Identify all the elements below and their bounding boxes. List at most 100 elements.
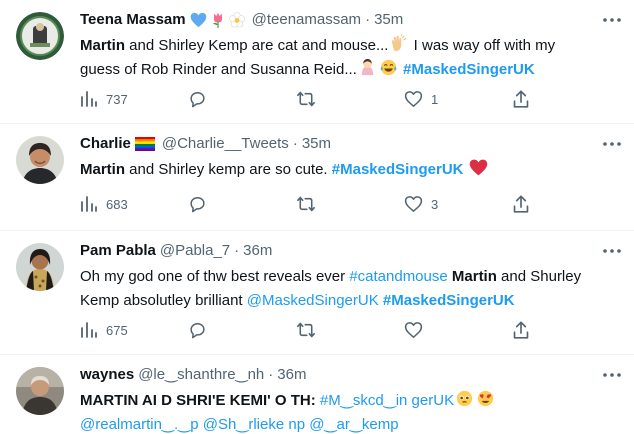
handle[interactable]: @Pabla_7 [160, 241, 230, 261]
tweet-header: Pam Pabla @Pabla_7 · 36m [80, 241, 622, 261]
mention-link[interactable]: @Sh‿rlieke np [203, 416, 305, 433]
tweet-text: Martin and Shirley kemp are so cute. #Ma… [80, 158, 622, 182]
tweet-actions: 683 3 [80, 194, 532, 214]
tweet-actions: 737 1 [80, 89, 532, 109]
views-icon [81, 91, 97, 107]
like-button[interactable] [404, 320, 494, 340]
separator-dot: · [292, 135, 298, 152]
red-heart-icon [469, 159, 487, 176]
timestamp[interactable]: 35m [302, 134, 331, 154]
keyword-highlight: MARTIN AI D SHRI'E KEMI' O TH: [80, 392, 316, 409]
timestamp[interactable]: 36m [243, 241, 272, 261]
views-count: 675 [106, 322, 128, 338]
tears-of-joy-icon [380, 59, 397, 76]
more-options-icon[interactable] [602, 12, 622, 28]
display-name[interactable]: waynes [80, 365, 134, 385]
like-count: 1 [431, 91, 439, 107]
handle[interactable]: @teenamassam [252, 10, 361, 30]
text-segment: Oh my god one of thw best reveals ever [80, 268, 350, 285]
hashtag-link[interactable]: #MaskedSingerUK [403, 61, 535, 78]
blossom-icon [228, 12, 245, 28]
rainbow-flag-icon [134, 137, 155, 151]
share-icon [513, 89, 529, 108]
handle[interactable]: @Charlie__Tweets [162, 134, 289, 154]
heart-icon [404, 196, 423, 212]
display-name[interactable]: Teena Massam [80, 10, 186, 30]
tweet-text: Martin and Shirley Kemp are cat and mous… [80, 34, 622, 82]
display-name[interactable]: Charlie [80, 134, 131, 154]
blue-heart-icon [190, 12, 206, 28]
clapping-hands-icon [392, 34, 407, 52]
reply-icon [190, 196, 205, 212]
views-button[interactable]: 675 [80, 320, 170, 340]
retweet-button[interactable] [296, 89, 386, 109]
pleading-face-icon [456, 390, 473, 407]
avatar[interactable] [16, 12, 64, 60]
retweet-icon [297, 91, 315, 107]
share-button[interactable] [512, 194, 532, 214]
tulip-icon [212, 12, 222, 28]
tweet-actions: 675 [80, 320, 532, 340]
views-button[interactable]: 683 [80, 194, 170, 214]
share-button[interactable] [512, 89, 532, 109]
retweet-icon [297, 196, 315, 212]
reply-button[interactable] [188, 320, 278, 340]
hashtag-link[interactable]: #MaskedSingerUK [383, 292, 515, 309]
retweet-button[interactable] [296, 320, 386, 340]
display-name[interactable]: Pam Pabla [80, 241, 156, 261]
more-options-icon[interactable] [602, 136, 622, 152]
hashtag-link[interactable]: #catandmouse [349, 268, 447, 285]
share-icon [513, 320, 529, 339]
tweet[interactable]: Charlie @Charlie__Tweets · 35m Martin an… [0, 124, 634, 231]
views-button[interactable]: 737 [80, 89, 170, 109]
like-button[interactable]: 1 [404, 89, 494, 109]
tweet-text: Oh my god one of thw best reveals ever #… [80, 265, 622, 313]
tweet[interactable]: waynes @le‿shanthre‿nh · 36m MARTIN AI D… [0, 355, 634, 434]
views-count: 737 [106, 91, 128, 107]
mention-link[interactable]: @realmartin‿.‿p [80, 416, 199, 433]
more-options-icon[interactable] [602, 367, 622, 383]
woman-facepalming-icon [361, 58, 374, 76]
tweet[interactable]: Teena Massam @teenamassam · 35m Martin a… [0, 0, 634, 124]
handle[interactable]: @le‿shanthre‿nh [138, 365, 264, 385]
text-segment: and Shirley Kemp are cat and mouse... [125, 37, 389, 54]
heart-icon [404, 322, 423, 338]
more-options-icon[interactable] [602, 243, 622, 259]
reply-icon [190, 322, 205, 338]
avatar[interactable] [16, 136, 64, 184]
heart-eyes-icon [477, 390, 494, 407]
avatar[interactable] [16, 367, 64, 415]
timestamp[interactable]: 35m [374, 10, 403, 30]
like-button[interactable]: 3 [404, 194, 494, 214]
views-icon [81, 322, 97, 338]
views-icon [81, 196, 97, 212]
heart-icon [404, 91, 423, 107]
keyword-highlight: Martin [80, 161, 125, 178]
reply-button[interactable] [188, 194, 278, 214]
hashtag-link[interactable]: #M‿skcd‿in gerUK [320, 392, 454, 409]
reply-icon [190, 91, 205, 107]
mention-link[interactable]: @‿ar‿kemp [309, 416, 398, 433]
separator-dot: · [234, 242, 240, 259]
views-count: 683 [106, 196, 128, 212]
share-icon [513, 194, 529, 213]
separator-dot: · [365, 11, 371, 28]
avatar[interactable] [16, 243, 64, 291]
name-emoji [134, 137, 158, 151]
tweet-text: MARTIN AI D SHRI'E KEMI' O TH: #M‿skcd‿i… [80, 389, 622, 434]
tweet-header: Teena Massam @teenamassam · 35m [80, 10, 622, 30]
keyword-highlight: Martin [451, 268, 497, 285]
tweet-header: waynes @le‿shanthre‿nh · 36m [80, 365, 622, 385]
hashtag-link[interactable]: #MaskedSingerUK [332, 161, 464, 178]
reply-button[interactable] [188, 89, 278, 109]
share-button[interactable] [512, 320, 532, 340]
text-segment: and Shirley kemp are so cute. [125, 161, 332, 178]
retweet-icon [297, 322, 315, 338]
timestamp[interactable]: 36m [277, 365, 306, 385]
tweet[interactable]: Pam Pabla @Pabla_7 · 36m Oh my god one o… [0, 231, 634, 355]
like-count: 3 [431, 196, 439, 212]
mention-link[interactable]: @MaskedSingerUK [247, 292, 379, 309]
retweet-button[interactable] [296, 194, 386, 214]
name-emoji [190, 11, 248, 29]
keyword-highlight: Martin [80, 37, 125, 54]
